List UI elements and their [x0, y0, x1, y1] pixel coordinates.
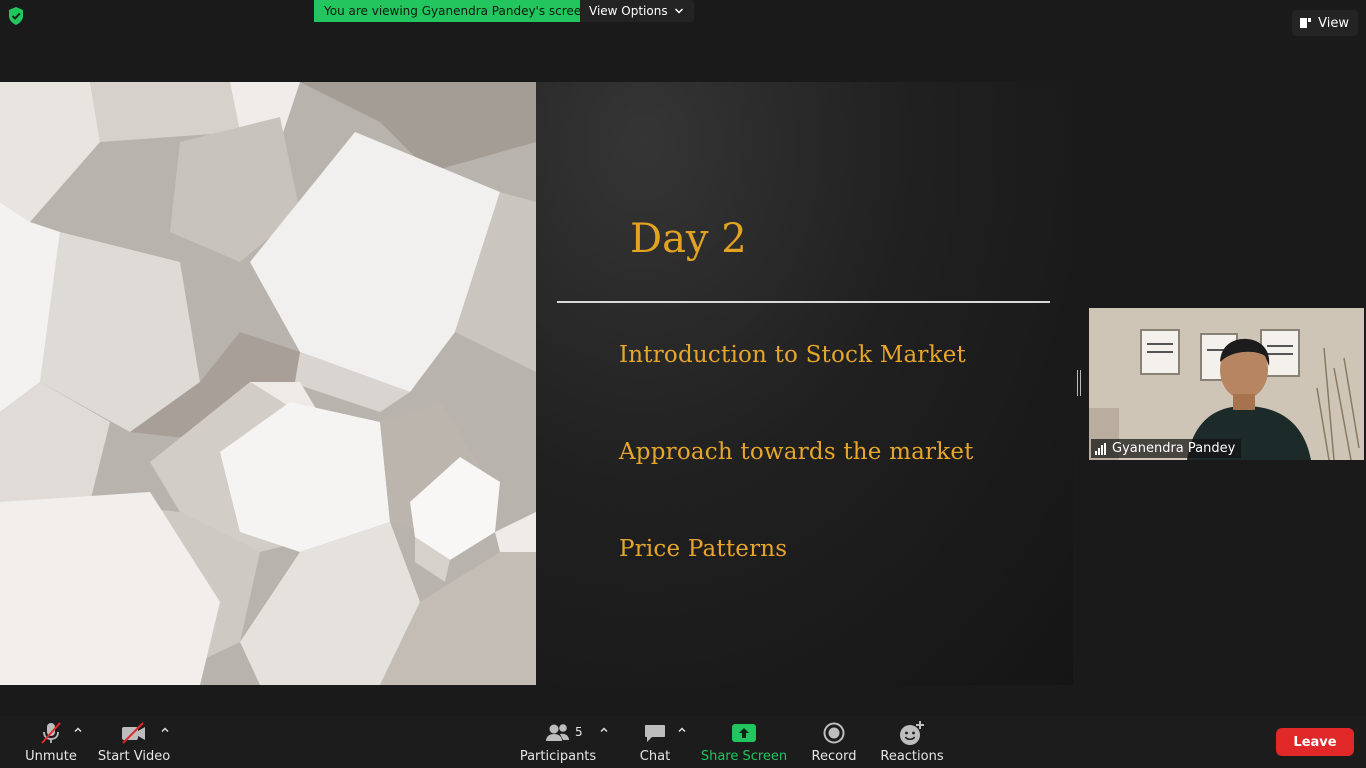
slide-item: Price Patterns [619, 536, 788, 562]
leave-button[interactable]: Leave [1276, 728, 1354, 756]
reactions-label: Reactions [880, 749, 944, 764]
muted-mic-icon [39, 716, 63, 750]
shield-icon[interactable] [6, 6, 26, 26]
record-icon [822, 716, 846, 750]
participant-name: Gyanendra Pandey [1112, 441, 1236, 456]
viewing-screen-banner: You are viewing Gyanendra Pandey's scree… [314, 0, 599, 22]
view-layout-button[interactable]: View [1292, 10, 1358, 36]
participant-video-tile[interactable]: Gyanendra Pandey [1089, 308, 1364, 460]
meeting-top-bar: You are viewing Gyanendra Pandey's scree… [0, 0, 1366, 44]
view-options-button[interactable]: View Options [580, 0, 694, 22]
slide-divider [557, 301, 1050, 303]
chat-options-caret[interactable] [677, 725, 687, 735]
audio-options-caret[interactable] [73, 725, 83, 735]
participants-options-caret[interactable] [599, 725, 609, 735]
participants-button[interactable]: Participants [520, 716, 596, 768]
video-options-caret[interactable] [160, 725, 170, 735]
view-layout-icon [1300, 18, 1312, 28]
resize-handle[interactable] [1077, 370, 1081, 396]
unmute-label: Unmute [25, 749, 77, 764]
slide-item: Introduction to Stock Market [619, 342, 966, 368]
share-screen-button[interactable]: Share Screen [700, 716, 788, 768]
unmute-button[interactable]: Unmute [22, 716, 80, 768]
chevron-down-icon [674, 8, 683, 14]
participants-count: 5 [575, 725, 583, 739]
chat-icon [643, 716, 667, 750]
view-options-label: View Options [589, 4, 668, 18]
signal-bars-icon [1095, 442, 1106, 455]
slide-content: Day 2 Introduction to Stock Market Appro… [536, 82, 1073, 685]
chat-label: Chat [639, 749, 671, 764]
share-screen-label: Share Screen [700, 749, 788, 764]
start-video-label: Start Video [97, 749, 171, 764]
view-label: View [1318, 15, 1349, 31]
participants-label: Participants [519, 749, 597, 764]
participant-name-tag: Gyanendra Pandey [1091, 439, 1242, 458]
reactions-icon [898, 716, 926, 750]
slide-cube-artwork [0, 82, 536, 685]
reactions-button[interactable]: Reactions [880, 716, 944, 768]
slide-title: Day 2 [630, 216, 747, 262]
video-off-icon [120, 716, 148, 750]
record-label: Record [811, 749, 857, 764]
shared-screen: Day 2 Introduction to Stock Market Appro… [0, 82, 1073, 685]
share-screen-icon [731, 716, 757, 750]
participants-icon [544, 716, 572, 750]
participant-video-feed [1089, 308, 1364, 460]
chat-button[interactable]: Chat [634, 716, 676, 768]
record-button[interactable]: Record [810, 716, 858, 768]
slide-item: Approach towards the market [619, 439, 974, 465]
start-video-button[interactable]: Start Video [98, 716, 170, 768]
meeting-toolbar: Unmute Start Video Participants 5 Chat S… [0, 716, 1366, 768]
